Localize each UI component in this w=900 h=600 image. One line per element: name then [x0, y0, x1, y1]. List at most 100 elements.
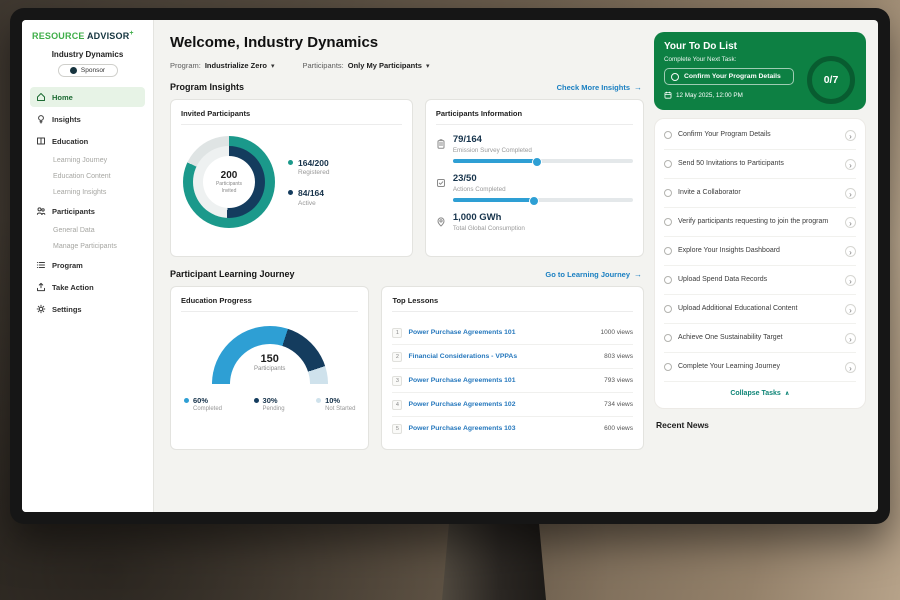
- program-filter-label: Program:: [170, 61, 201, 70]
- education-icon: [36, 136, 46, 146]
- task-label: Invite a Collaborator: [678, 189, 839, 198]
- lesson-link[interactable]: Financial Considerations - VPPAs: [408, 353, 598, 360]
- task-open-button[interactable]: [845, 275, 856, 286]
- sidebar-item-learning-journey[interactable]: Learning Journey: [30, 152, 145, 168]
- task-item[interactable]: Achieve One Sustainability Target: [664, 324, 856, 353]
- task-open-button[interactable]: [845, 246, 856, 257]
- task-open-button[interactable]: [845, 130, 856, 141]
- gauge-center-label: Participants: [212, 366, 328, 372]
- task-open-button[interactable]: [845, 217, 856, 228]
- task-item[interactable]: Confirm Your Program Details: [664, 121, 856, 150]
- card-title: Invited Participants: [181, 109, 402, 125]
- recent-news-header: Recent News: [656, 420, 866, 430]
- lesson-views: 734 views: [604, 401, 633, 408]
- go-to-learning-journey-link[interactable]: Go to Learning Journey: [545, 270, 642, 279]
- sidebar-item-general-data[interactable]: General Data: [30, 222, 145, 238]
- link-label: Check More Insights: [557, 83, 630, 92]
- consumption-icon: [436, 214, 446, 224]
- sidebar-item-take-action[interactable]: Take Action: [30, 277, 145, 297]
- next-task-button[interactable]: Confirm Your Program Details: [664, 68, 794, 85]
- checkbox-circle-icon[interactable]: [664, 218, 672, 226]
- sidebar-item-learning-insights[interactable]: Learning Insights: [30, 184, 145, 200]
- stat-actions-completed: 23/50 Actions Completed: [436, 173, 633, 202]
- task-open-button[interactable]: [845, 333, 856, 344]
- checkbox-circle-icon[interactable]: [664, 305, 672, 313]
- lesson-link[interactable]: Power Purchase Agreements 103: [408, 425, 598, 432]
- participants-filter-value: Only My Participants: [348, 61, 422, 70]
- task-item[interactable]: Explore Your Insights Dashboard: [664, 237, 856, 266]
- sidebar-item-home[interactable]: Home: [30, 87, 145, 107]
- survey-icon: [436, 136, 446, 146]
- progress-bar: [453, 159, 633, 163]
- task-open-button[interactable]: [845, 362, 856, 373]
- task-open-button[interactable]: [845, 304, 856, 315]
- legend-label: Completed: [193, 406, 222, 412]
- todo-progress-value: 0/7: [824, 74, 839, 86]
- todo-progress-ring: 0/7: [807, 56, 855, 104]
- logo-text-resource: RESOURCE: [32, 31, 85, 41]
- lesson-views: 793 views: [604, 377, 633, 384]
- donut-center: 200 Participants Invited: [203, 156, 255, 208]
- lesson-views: 600 views: [604, 425, 633, 432]
- checkbox-circle-icon[interactable]: [664, 334, 672, 342]
- lesson-rank: 3: [392, 376, 402, 386]
- lesson-rank: 5: [392, 424, 402, 434]
- task-item[interactable]: Verify participants requesting to join t…: [664, 208, 856, 237]
- task-item[interactable]: Upload Spend Data Records: [664, 266, 856, 295]
- nav-label: Home: [52, 93, 73, 102]
- sidebar-item-insights[interactable]: Insights: [30, 109, 145, 129]
- check-more-insights-link[interactable]: Check More Insights: [557, 83, 642, 92]
- sidebar-item-education-content[interactable]: Education Content: [30, 168, 145, 184]
- legend-label: Not Started: [325, 406, 355, 412]
- checkbox-circle-icon[interactable]: [664, 363, 672, 371]
- sidebar-item-education[interactable]: Education: [30, 131, 145, 151]
- participants-icon: [36, 206, 46, 216]
- card-title: Education Progress: [181, 296, 358, 312]
- participants-information-card: Participants Information 79/164 Emission…: [425, 99, 644, 257]
- task-open-button[interactable]: [845, 159, 856, 170]
- sidebar-item-settings[interactable]: Settings: [30, 299, 145, 319]
- nav-label: Education: [52, 137, 88, 146]
- task-label: Confirm Your Program Details: [678, 131, 839, 140]
- legend-item-active: 84/164 Active: [288, 188, 329, 207]
- collapse-tasks-button[interactable]: Collapse Tasks: [664, 382, 856, 406]
- checkbox-circle-icon[interactable]: [664, 131, 672, 139]
- lesson-link[interactable]: Power Purchase Agreements 102: [408, 401, 598, 408]
- sponsor-icon: [70, 67, 77, 74]
- checkbox-circle-icon[interactable]: [671, 73, 679, 81]
- chevron-right-icon: [849, 242, 852, 260]
- logo-text-advisor: ADVISOR: [87, 31, 129, 41]
- sponsor-badge[interactable]: Sponsor: [58, 64, 118, 77]
- sidebar-nav: Home Insights Education Learning Journey…: [30, 86, 145, 320]
- checkbox-circle-icon[interactable]: [664, 276, 672, 284]
- legend-dot-teal: [288, 160, 293, 165]
- lesson-row: 3 Power Purchase Agreements 101 793 view…: [392, 369, 633, 393]
- chevron-right-icon: [849, 358, 852, 376]
- lesson-views: 803 views: [604, 353, 633, 360]
- task-open-button[interactable]: [845, 188, 856, 199]
- sidebar-item-participants[interactable]: Participants: [30, 201, 145, 221]
- donut-center-label: Participants Invited: [211, 181, 247, 195]
- lesson-link[interactable]: Power Purchase Agreements 101: [408, 329, 594, 336]
- lesson-link[interactable]: Power Purchase Agreements 101: [408, 377, 598, 384]
- checkbox-circle-icon[interactable]: [664, 189, 672, 197]
- checkbox-circle-icon[interactable]: [664, 160, 672, 168]
- participants-filter[interactable]: Participants: Only My Participants: [302, 61, 429, 70]
- actions-icon: [436, 175, 446, 185]
- checkbox-circle-icon[interactable]: [664, 247, 672, 255]
- nav-label: Insights: [52, 115, 81, 124]
- program-filter[interactable]: Program: Industrialize Zero: [170, 61, 274, 70]
- task-item[interactable]: Send 50 Invitations to Participants: [664, 150, 856, 179]
- sidebar-item-program[interactable]: Program: [30, 255, 145, 275]
- org-name: Industry Dynamics: [30, 50, 145, 59]
- task-item[interactable]: Invite a Collaborator: [664, 179, 856, 208]
- chevron-right-icon: [849, 300, 852, 318]
- logo-plus: +: [129, 30, 133, 37]
- learning-journey-header: Participant Learning Journey Go to Learn…: [170, 269, 642, 279]
- lesson-row: 5 Power Purchase Agreements 103 600 view…: [392, 417, 633, 440]
- todo-title: Your To Do List: [664, 41, 856, 52]
- sidebar-item-manage-participants[interactable]: Manage Participants: [30, 238, 145, 254]
- task-label: Upload Spend Data Records: [678, 276, 839, 285]
- task-item[interactable]: Upload Additional Educational Content: [664, 295, 856, 324]
- task-item[interactable]: Complete Your Learning Journey: [664, 353, 856, 382]
